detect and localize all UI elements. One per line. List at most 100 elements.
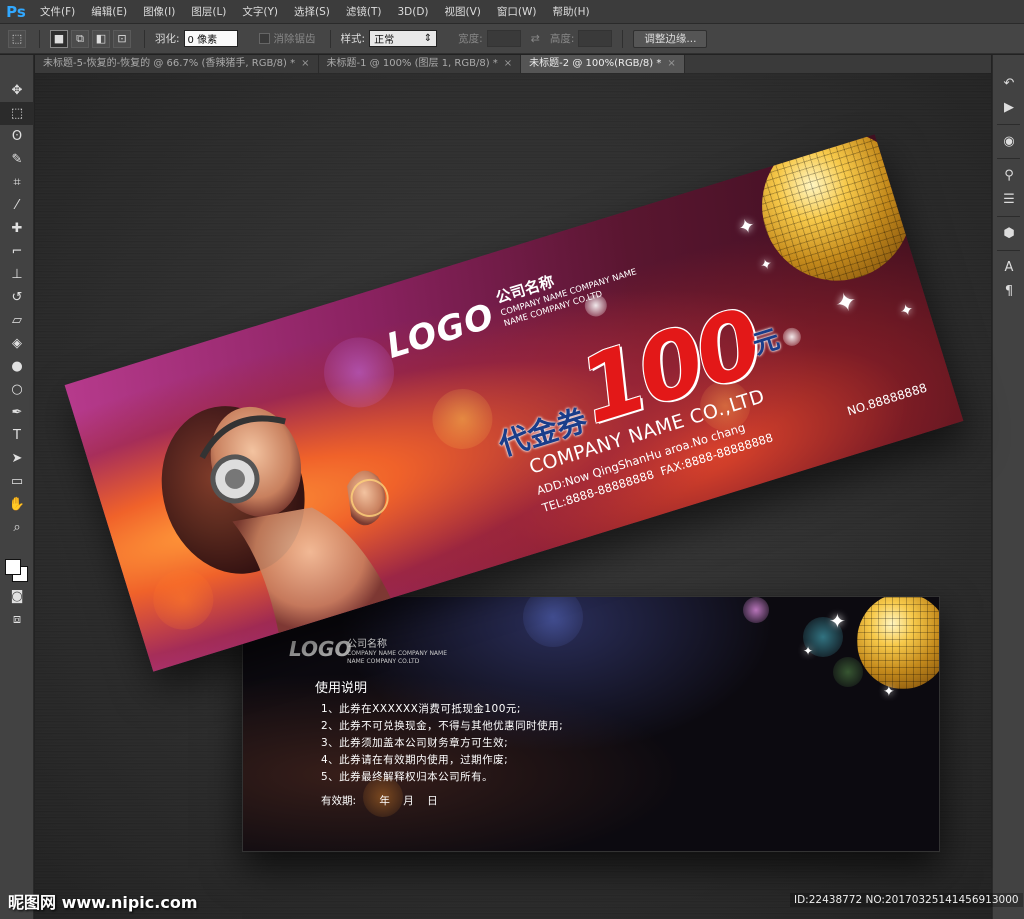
front-logo: LOGO (382, 296, 500, 367)
refine-edge-button[interactable]: 调整边缘... (633, 29, 708, 48)
menu-edit[interactable]: 编辑(E) (83, 0, 135, 24)
validity-line: 有效期: 年 月 日 (321, 795, 438, 807)
toolbox-header (0, 55, 33, 79)
stamp-icon[interactable]: ⊥ (0, 263, 34, 286)
sparkle: ✦ (758, 255, 775, 275)
sparkle: ✦ (803, 644, 814, 658)
tab-document-1[interactable]: 未标题-1 @ 100% (图层 1, RGB/8) * × (318, 55, 522, 73)
character-icon[interactable]: A (993, 255, 1024, 279)
sparkle: ✦ (831, 285, 862, 321)
menu-file[interactable]: 文件(F) (32, 0, 83, 24)
menu-view[interactable]: 视图(V) (437, 0, 489, 24)
tab-title: 未标题-5-恢复的-恢复的 @ 66.7% (香辣猪手, RGB/8) * (43, 58, 296, 69)
sparkle: ✦ (897, 299, 917, 322)
properties-icon[interactable]: ☰ (993, 187, 1024, 211)
photoshop-logo: Ps (6, 2, 26, 21)
path-select-icon[interactable]: ➤ (0, 447, 34, 470)
pen-icon[interactable]: ✒ (0, 401, 34, 424)
right-dock: ↶ ▶ ◉ ⚲ ☰ ⬢ A ¶ (992, 55, 1024, 919)
bokeh-light (743, 597, 769, 623)
crop-icon[interactable]: ⌗ (0, 171, 34, 194)
quick-select-icon[interactable]: ✎ (0, 148, 34, 171)
sparkle: ✦ (829, 609, 846, 633)
divider (997, 245, 1020, 251)
menu-window[interactable]: 窗口(W) (489, 0, 545, 24)
back-company-en-line1: COMPANY NAME COMPANY NAME (347, 650, 448, 657)
menu-type[interactable]: 文字(Y) (234, 0, 286, 24)
disco-ball-image (857, 597, 939, 689)
play-icon[interactable]: ▶ (993, 95, 1024, 119)
menu-3d[interactable]: 3D(D) (389, 0, 436, 24)
instructions-title: 使用说明 (315, 681, 368, 696)
3d-icon[interactable]: ⬢ (993, 221, 1024, 245)
tab-document-2[interactable]: 未标题-2 @ 100%(RGB/8) * × (521, 55, 685, 73)
dodge-icon[interactable]: ○ (0, 378, 34, 401)
rule-item: 3、此券须加盖本公司财务章方可生效; (321, 737, 509, 749)
back-company-name: 公司名称 (347, 639, 387, 650)
marquee-icon[interactable]: ⬚ (0, 102, 34, 125)
antialias-checkbox[interactable] (258, 33, 270, 44)
feather-input[interactable] (183, 30, 238, 47)
style-select[interactable]: 正常 ⇕ (369, 30, 438, 47)
height-input[interactable] (578, 30, 613, 47)
close-icon[interactable]: × (504, 55, 512, 73)
width-input[interactable] (486, 30, 521, 47)
zoom-icon[interactable]: ⌕ (0, 516, 34, 539)
eraser-icon[interactable]: ▱ (0, 309, 34, 332)
menu-layer[interactable]: 图层(L) (183, 0, 234, 24)
swap-icon[interactable]: ⇄ (531, 32, 540, 45)
divider (997, 211, 1020, 217)
add-selection-icon[interactable]: ⧉ (71, 29, 89, 48)
divider (997, 153, 1020, 159)
paragraph-icon[interactable]: ¶ (993, 279, 1024, 303)
eyedropper-icon[interactable]: ⁄ (0, 194, 34, 217)
width-label: 宽度: (458, 33, 483, 45)
bokeh-light (833, 657, 863, 687)
watermark-site: 昵图网 www.nipic.com (8, 893, 198, 912)
rectangle-icon[interactable]: ▭ (0, 470, 34, 493)
bokeh-light (780, 325, 804, 349)
menu-image[interactable]: 图像(I) (135, 0, 183, 24)
voucher-number: NO.88888888 (845, 380, 929, 419)
subtract-selection-icon[interactable]: ◧ (92, 29, 110, 48)
foreground-color-swatch[interactable] (5, 559, 21, 575)
bokeh-light (424, 381, 500, 457)
menu-help[interactable]: 帮助(H) (545, 0, 598, 24)
dock-header (993, 55, 1024, 71)
brush-icon[interactable]: ⌐ (0, 240, 34, 263)
divider (329, 29, 331, 48)
bokeh-light (523, 597, 583, 647)
back-company-en-line2: NAME COMPANY CO.LTD (347, 658, 420, 665)
menu-select[interactable]: 选择(S) (286, 0, 338, 24)
divider (997, 119, 1020, 125)
height-label: 高度: (549, 33, 575, 45)
menu-filter[interactable]: 滤镜(T) (338, 0, 390, 24)
lasso-icon[interactable]: ʘ (0, 125, 34, 148)
close-icon[interactable]: × (667, 55, 675, 73)
tab-document-5[interactable]: 未标题-5-恢复的-恢复的 @ 66.7% (香辣猪手, RGB/8) * × (35, 55, 319, 73)
move-icon[interactable]: ✥ (0, 79, 34, 102)
screen-mode-icon[interactable]: ⧈ (0, 608, 34, 631)
healing-icon[interactable]: ✚ (0, 217, 34, 240)
bucket-icon[interactable]: ◈ (0, 332, 34, 355)
marquee-preset-icon[interactable]: ⬚ (8, 29, 26, 48)
history-icon[interactable]: ↶ (993, 71, 1024, 95)
blur-icon[interactable]: ● (0, 355, 34, 378)
intersect-selection-icon[interactable]: ⊡ (113, 29, 131, 48)
back-logo: LOGO (289, 637, 352, 661)
type-icon[interactable]: T (0, 424, 34, 447)
hand-icon[interactable]: ✋ (0, 493, 34, 516)
new-selection-icon[interactable]: ■ (50, 29, 68, 48)
divider (39, 29, 40, 48)
history-brush-icon[interactable]: ↺ (0, 286, 34, 309)
sparkle: ✦ (734, 212, 759, 241)
options-bar: ⬚ ■ ⧉ ◧ ⊡ 羽化: 消除锯齿 样式: 正常 ⇕ 宽度: ⇄ 高度: 调整… (0, 24, 1024, 54)
color-icon[interactable]: ◉ (993, 129, 1024, 153)
adjust-icon[interactable]: ⚲ (993, 163, 1024, 187)
voucher-back-card: ✦ ✦ ✦ LOGO 公司名称 COMPANY NAME COMPANY NAM… (242, 596, 940, 852)
quick-mask-icon[interactable]: ◙ (0, 585, 34, 608)
tab-title: 未标题-1 @ 100% (图层 1, RGB/8) * (326, 58, 498, 69)
close-icon[interactable]: × (301, 55, 309, 73)
